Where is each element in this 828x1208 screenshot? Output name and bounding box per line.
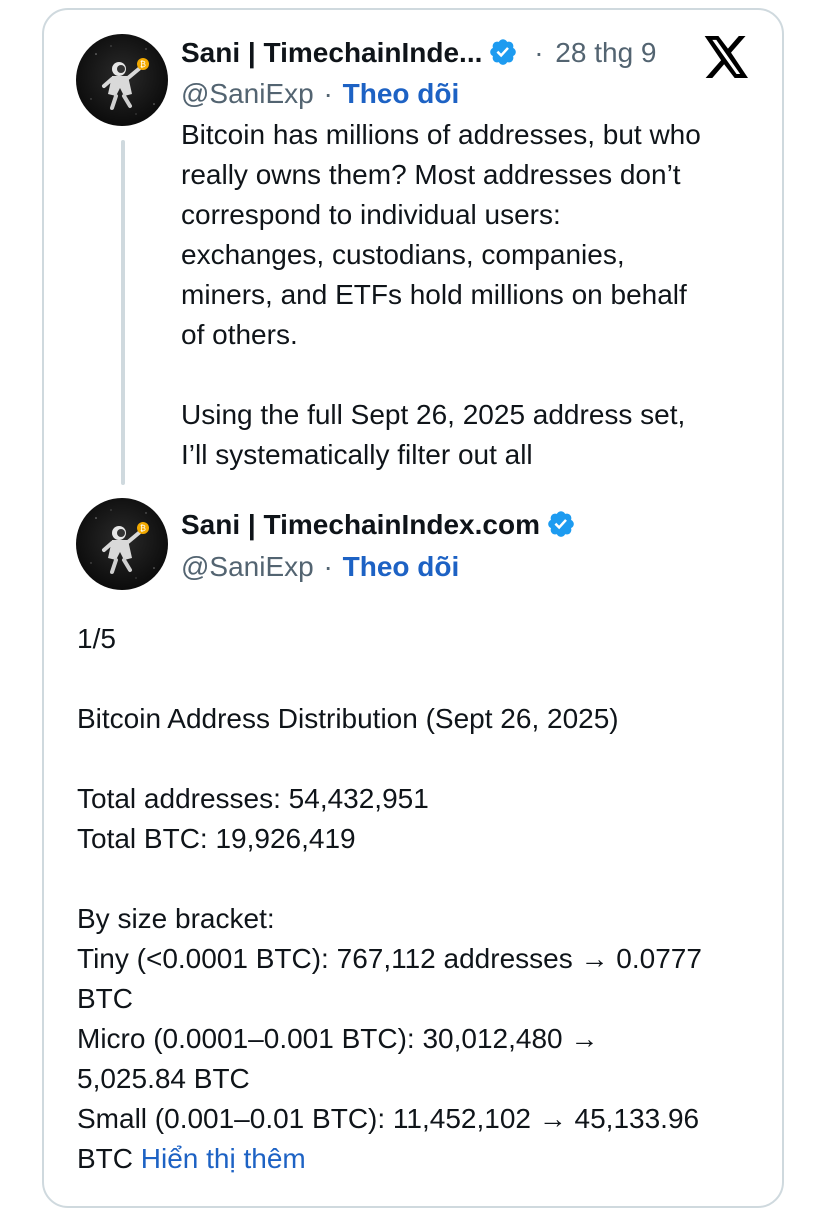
text-line: I’ll systematically filter out all: [181, 439, 533, 470]
text-line: Bitcoin Address Distribution (Sept 26, 2…: [77, 703, 619, 734]
tweet2-subheader: @SaniExp · Theo dõi: [181, 550, 459, 584]
date-separator: ·: [534, 37, 544, 68]
handle-separator: ·: [323, 78, 333, 109]
follow-button[interactable]: Theo dõi: [343, 551, 460, 582]
tweet-date[interactable]: 28 thg 9: [555, 37, 656, 68]
author-avatar[interactable]: ₿: [76, 498, 168, 590]
author-name[interactable]: Sani | TimechainIndex.com: [181, 509, 540, 540]
author-avatar[interactable]: ₿: [76, 34, 168, 126]
text-line: Tiny (<0.0001 BTC): 767,112 addresses → …: [77, 943, 702, 974]
text-line: correspond to individual users:: [181, 199, 561, 230]
tweet2-header: Sani | TimechainIndex.com: [181, 508, 576, 542]
text-line: really owns them? Most addresses don’t: [181, 159, 681, 190]
text-line: exchanges, custodians, companies,: [181, 239, 625, 270]
show-more-link[interactable]: Hiển thị thêm: [141, 1143, 306, 1174]
svg-text:₿: ₿: [140, 524, 146, 533]
text-line: BTC: [77, 983, 133, 1014]
svg-text:₿: ₿: [140, 60, 146, 69]
text-line: miners, and ETFs hold millions on behalf: [181, 279, 687, 310]
text-line: Using the full Sept 26, 2025 address set…: [181, 399, 686, 430]
text-line: Micro (0.0001–0.001 BTC): 30,012,480 →: [77, 1023, 599, 1054]
text-line: By size bracket:: [77, 903, 275, 934]
author-handle[interactable]: @SaniExp: [181, 78, 314, 109]
handle-separator: ·: [323, 551, 333, 582]
astronaut-avatar-icon: ₿: [90, 509, 155, 579]
author-name[interactable]: Sani | TimechainInde...: [181, 37, 482, 68]
thread-connector-line: [121, 140, 125, 485]
tweet1-body: Bitcoin has millions of addresses, but w…: [181, 115, 781, 475]
thread-counter: 1/5: [77, 623, 116, 654]
tweet1-header: Sani | TimechainInde... · 28 thg 9: [181, 36, 657, 70]
x-logo-icon[interactable]: [704, 36, 750, 78]
text-line: Total addresses: 54,432,951: [77, 783, 429, 814]
text-line: BTC Hiển thị thêm: [77, 1139, 777, 1179]
last-line-prefix: BTC: [77, 1143, 133, 1174]
verified-badge-icon: [548, 511, 574, 537]
author-handle[interactable]: @SaniExp: [181, 551, 314, 582]
text-line: Bitcoin has millions of addresses, but w…: [181, 119, 701, 150]
text-line: of others.: [181, 319, 298, 350]
text-line: 5,025.84 BTC: [77, 1063, 250, 1094]
text-line: Small (0.001–0.01 BTC): 11,452,102 → 45,…: [77, 1103, 700, 1134]
follow-button[interactable]: Theo dõi: [343, 78, 460, 109]
verified-badge-icon: [490, 39, 517, 65]
tweet1-subheader: @SaniExp · Theo dõi: [181, 77, 459, 111]
astronaut-avatar-icon: ₿: [90, 45, 155, 115]
tweet2-body: 1/5 Bitcoin Address Distribution (Sept 2…: [77, 619, 777, 1179]
text-line: Total BTC: 19,926,419: [77, 823, 356, 854]
